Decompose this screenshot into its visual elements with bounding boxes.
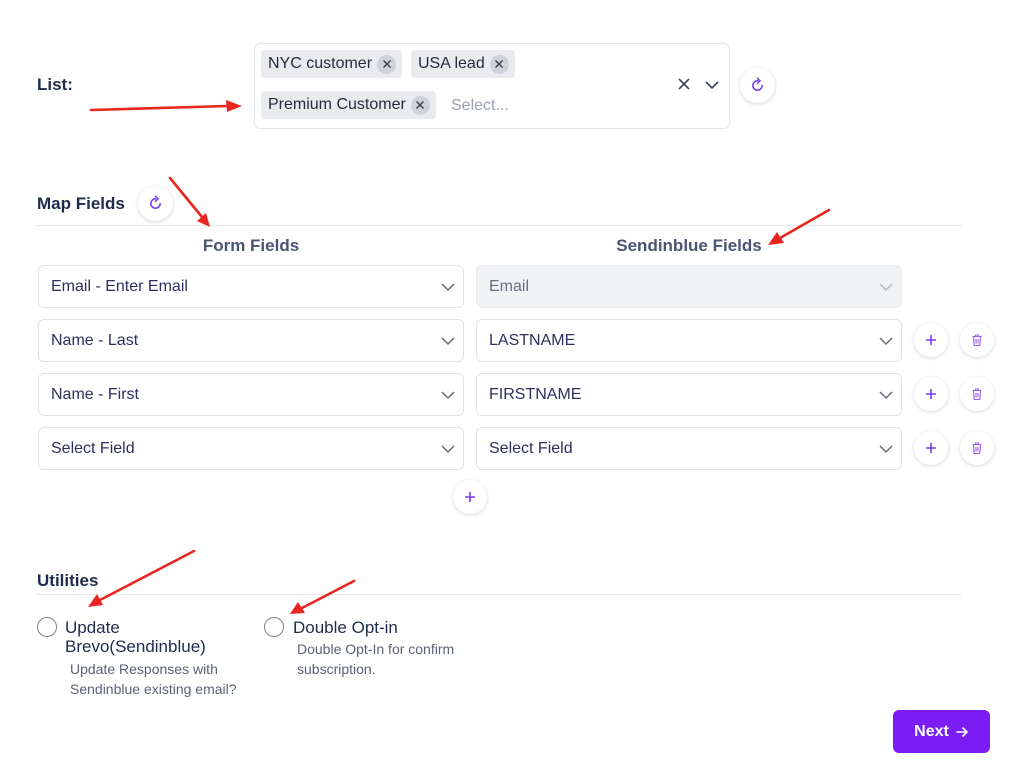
annotation-arrows bbox=[88, 100, 831, 614]
annotation-arrow bbox=[290, 579, 356, 614]
annotation-arrow bbox=[168, 176, 210, 227]
annotation-arrow bbox=[88, 549, 196, 607]
annotation-arrow bbox=[89, 100, 242, 112]
annotation-arrow bbox=[768, 208, 831, 245]
